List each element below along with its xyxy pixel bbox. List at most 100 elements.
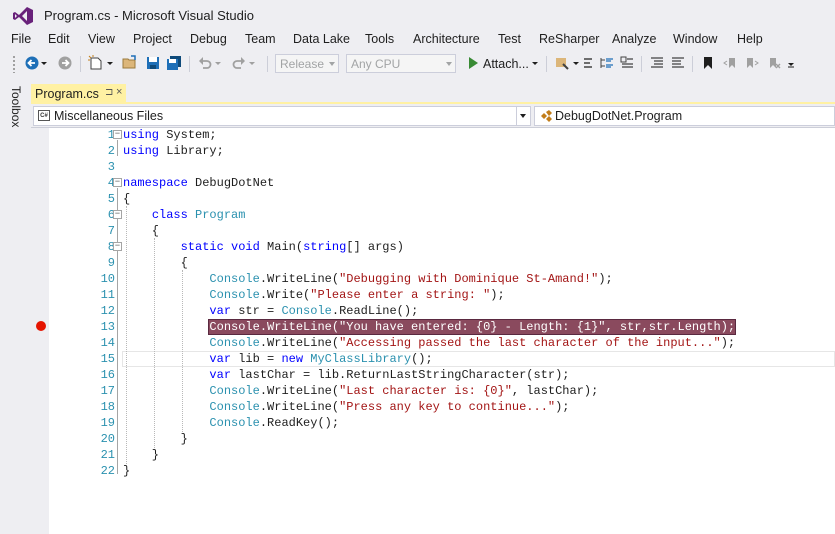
line-number: 6 bbox=[107, 208, 115, 222]
save-icon[interactable] bbox=[145, 55, 161, 71]
code-line[interactable]: 7 { bbox=[31, 223, 835, 239]
code-text: using Library; bbox=[123, 144, 224, 158]
start-icon[interactable] bbox=[465, 55, 481, 71]
menu-view[interactable]: View bbox=[88, 32, 115, 46]
members-icon[interactable] bbox=[619, 55, 635, 71]
code-line[interactable]: 2 using Library; bbox=[31, 143, 835, 159]
chevron-down-icon[interactable] bbox=[516, 107, 530, 125]
code-line[interactable]: 15 var lib = new MyClassLibrary(); bbox=[31, 351, 835, 367]
undo-dropdown-icon[interactable] bbox=[214, 55, 222, 71]
project-select[interactable]: C# Miscellaneous Files bbox=[33, 106, 531, 126]
toolbar-grip[interactable] bbox=[12, 55, 16, 73]
code-line[interactable]: 20 } bbox=[31, 431, 835, 447]
menu-architecture[interactable]: Architecture bbox=[413, 32, 480, 46]
next-bookmark-icon[interactable] bbox=[744, 55, 760, 71]
type-select[interactable]: DebugDotNet.Program bbox=[534, 106, 835, 126]
class-icon bbox=[541, 110, 552, 122]
redo-icon[interactable] bbox=[231, 55, 247, 71]
align-left-icon[interactable] bbox=[649, 55, 665, 71]
navigation-bar: C# Miscellaneous Files DebugDotNet.Progr… bbox=[31, 104, 835, 128]
new-project-icon[interactable] bbox=[88, 55, 104, 71]
code-line[interactable]: 4− namespace DebugDotNet bbox=[31, 175, 835, 191]
pin-icon[interactable]: ⊐ bbox=[105, 87, 113, 98]
previous-bookmark-icon[interactable] bbox=[722, 55, 738, 71]
code-line[interactable]: 19 Console.ReadKey(); bbox=[31, 415, 835, 431]
clear-bookmarks-icon[interactable] bbox=[766, 55, 782, 71]
tab-program-cs[interactable]: Program.cs ⊐ × bbox=[31, 84, 126, 104]
code-line[interactable]: 10 Console.WriteLine("Debugging with Dom… bbox=[31, 271, 835, 287]
collapse-icon[interactable]: − bbox=[113, 210, 122, 219]
forward-icon[interactable] bbox=[57, 55, 73, 71]
toolbar-separator bbox=[546, 56, 547, 72]
menu-team[interactable]: Team bbox=[245, 32, 276, 46]
code-text: static void Main(string[] args) bbox=[180, 240, 404, 254]
find-in-files-icon[interactable] bbox=[554, 55, 570, 71]
code-line[interactable]: 3 bbox=[31, 159, 835, 175]
tab-label: Program.cs bbox=[35, 87, 99, 101]
collapse-icon[interactable]: − bbox=[113, 130, 122, 139]
line-number: 4 bbox=[107, 176, 115, 190]
attach-button[interactable]: Attach... bbox=[483, 57, 529, 71]
menu-test[interactable]: Test bbox=[498, 32, 521, 46]
outline-icon[interactable] bbox=[599, 55, 615, 71]
menu-edit[interactable]: Edit bbox=[48, 32, 70, 46]
find-dropdown-icon[interactable] bbox=[572, 55, 580, 71]
code-text: var lib = new MyClassLibrary(); bbox=[209, 352, 433, 366]
solution-platform-select[interactable]: Any CPU bbox=[346, 54, 456, 73]
redo-dropdown-icon[interactable] bbox=[248, 55, 256, 71]
code-text: Console.WriteLine("Press any key to cont… bbox=[209, 400, 570, 414]
menu-debug[interactable]: Debug bbox=[190, 32, 227, 46]
menu-help[interactable]: Help bbox=[737, 32, 763, 46]
new-dropdown-icon[interactable] bbox=[106, 55, 114, 71]
toolbar-overflow-icon[interactable] bbox=[787, 55, 795, 71]
code-line[interactable]: 16 var lastChar = lib.ReturnLastStringCh… bbox=[31, 367, 835, 383]
menu-window[interactable]: Window bbox=[673, 32, 717, 46]
line-number: 20 bbox=[100, 432, 115, 446]
collapse-icon[interactable]: − bbox=[113, 178, 122, 187]
csharp-file-icon: C# bbox=[38, 110, 50, 121]
collapse-icon[interactable]: − bbox=[113, 242, 122, 251]
back-icon[interactable] bbox=[24, 55, 40, 71]
line-number: 17 bbox=[100, 384, 115, 398]
step-icon[interactable] bbox=[580, 55, 596, 71]
code-line[interactable]: 11 Console.Write("Please enter a string:… bbox=[31, 287, 835, 303]
line-number: 21 bbox=[100, 448, 115, 462]
toolbox-label[interactable]: Toolbox bbox=[9, 86, 23, 127]
menu-data-lake[interactable]: Data Lake bbox=[293, 32, 350, 46]
back-dropdown-icon[interactable] bbox=[40, 55, 48, 71]
close-icon[interactable]: × bbox=[116, 86, 122, 98]
menu-analyze[interactable]: Analyze bbox=[612, 32, 656, 46]
code-line[interactable]: 21 } bbox=[31, 447, 835, 463]
title-bar: Program.cs - Microsoft Visual Studio bbox=[0, 0, 835, 30]
code-text: var lastChar = lib.ReturnLastStringChara… bbox=[209, 368, 570, 382]
menu-resharper[interactable]: ReSharper bbox=[539, 32, 599, 46]
solution-configuration-select[interactable]: Release bbox=[275, 54, 339, 73]
line-number: 18 bbox=[100, 400, 115, 414]
menu-tools[interactable]: Tools bbox=[365, 32, 394, 46]
code-line[interactable]: 18 Console.WriteLine("Press any key to c… bbox=[31, 399, 835, 415]
bookmark-icon[interactable] bbox=[700, 55, 716, 71]
code-line[interactable]: 6− class Program bbox=[31, 207, 835, 223]
save-all-icon[interactable] bbox=[166, 55, 182, 71]
code-line[interactable]: 5{ bbox=[31, 191, 835, 207]
code-line[interactable]: 17 Console.WriteLine("Last character is:… bbox=[31, 383, 835, 399]
align-right-icon[interactable] bbox=[670, 55, 686, 71]
line-number: 9 bbox=[107, 256, 115, 270]
menu-project[interactable]: Project bbox=[133, 32, 172, 46]
menu-file[interactable]: File bbox=[11, 32, 31, 46]
code-line[interactable]: 22} bbox=[31, 463, 835, 479]
code-line[interactable]: 1− using System; bbox=[31, 127, 835, 143]
undo-icon[interactable] bbox=[197, 55, 213, 71]
code-line[interactable]: 14 Console.WriteLine("Accessing passed t… bbox=[31, 335, 835, 351]
attach-dropdown-icon[interactable] bbox=[531, 55, 539, 71]
code-text: } bbox=[123, 464, 131, 478]
open-icon[interactable] bbox=[122, 55, 138, 71]
line-number: 7 bbox=[107, 224, 115, 238]
code-line[interactable]: 9 { bbox=[31, 255, 835, 271]
code-text: } bbox=[123, 448, 160, 462]
code-line[interactable]: 8− static void Main(string[] args) bbox=[31, 239, 835, 255]
code-line[interactable]: 12 var str = Console.ReadLine(); bbox=[31, 303, 835, 319]
code-text: Console.WriteLine("Last character is: {0… bbox=[209, 384, 599, 398]
code-line-breakpoint[interactable]: 13 Console.WriteLine("You have entered: … bbox=[31, 319, 835, 335]
left-dock-strip bbox=[0, 80, 30, 534]
